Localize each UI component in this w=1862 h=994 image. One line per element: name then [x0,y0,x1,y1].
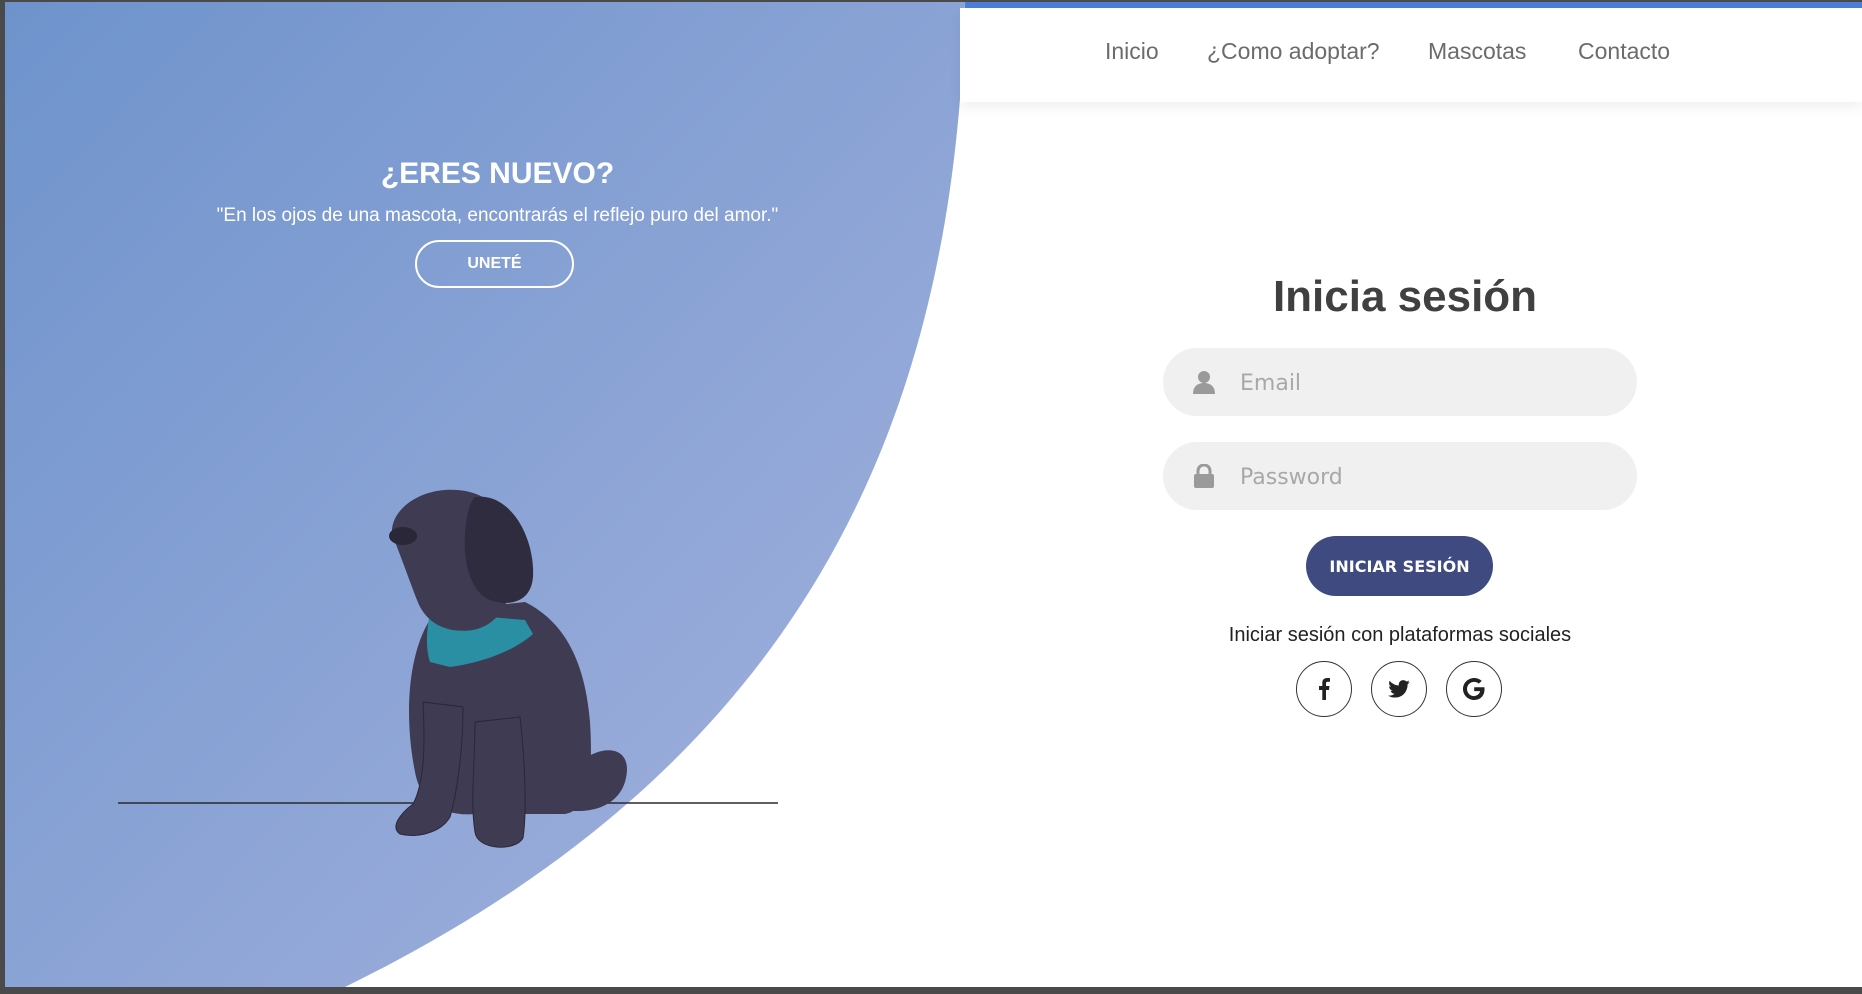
email-field[interactable] [1163,348,1637,418]
page: Inicio ¿Como adoptar? Mascotas Contacto … [5,2,1862,987]
login-button[interactable]: INICIAR SESIÓN [1306,536,1493,596]
nav-contacto[interactable]: Contacto [1578,38,1670,65]
email-input[interactable] [1238,348,1622,418]
lock-icon [1194,464,1214,488]
google-button[interactable] [1446,661,1502,717]
facebook-icon [1319,678,1330,700]
user-icon [1193,371,1215,394]
password-input[interactable] [1238,442,1622,512]
navbar: Inicio ¿Como adoptar? Mascotas Contacto [960,8,1862,102]
google-icon [1463,678,1485,700]
login-title: Inicia sesión [1272,272,1538,321]
twitter-icon [1388,680,1410,698]
nav-inicio[interactable]: Inicio [1105,38,1159,65]
social-login-text: Iniciar sesión con plataformas sociales [1228,624,1572,646]
password-field[interactable] [1163,442,1637,512]
nav-mascotas[interactable]: Mascotas [1428,38,1526,65]
nav-como-adoptar[interactable]: ¿Como adoptar? [1207,38,1380,65]
facebook-button[interactable] [1296,661,1352,717]
twitter-button[interactable] [1371,661,1427,717]
dog-illustration [118,489,778,848]
